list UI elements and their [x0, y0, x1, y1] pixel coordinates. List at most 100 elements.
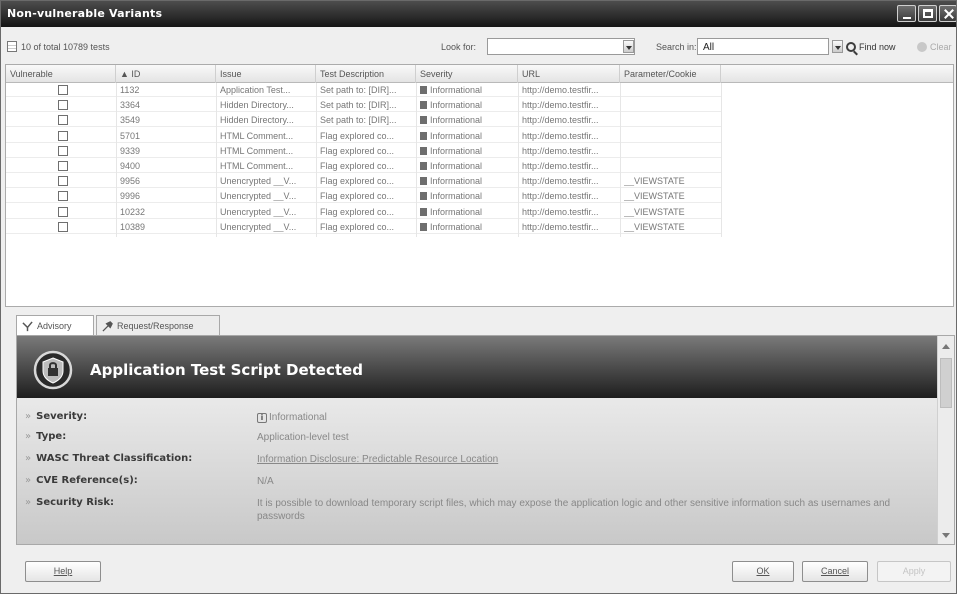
cell-severity: Informational: [420, 161, 514, 171]
window-title: Non-vulnerable Variants: [7, 7, 163, 20]
vulnerable-checkbox[interactable]: [58, 161, 68, 171]
clear-button[interactable]: Clear: [917, 39, 952, 55]
cell-issue: Unencrypted __V...: [220, 176, 297, 187]
cell-id: 9996: [120, 191, 141, 202]
close-button[interactable]: [939, 5, 956, 22]
shield-lock-icon: [33, 350, 73, 390]
maximize-button[interactable]: [918, 5, 937, 22]
severity-icon: [420, 222, 427, 231]
cell-id: 10389: [120, 221, 146, 232]
cancel-button[interactable]: Cancel: [802, 561, 868, 582]
vulnerable-checkbox[interactable]: [58, 221, 68, 232]
advisory-icon: [22, 320, 33, 331]
cell-issue: Hidden Directory...: [220, 115, 294, 126]
cell-issue: HTML Comment...: [220, 161, 294, 171]
cell-url: http://demo.testfir...: [522, 176, 599, 187]
cell-issue: Hidden Directory...: [220, 100, 294, 111]
vulnerable-checkbox[interactable]: [58, 130, 68, 141]
advisory-banner: Application Test Script Detected: [17, 336, 937, 398]
cell-severity: Informational: [420, 115, 514, 125]
list-icon: [7, 41, 17, 52]
vulnerable-checkbox[interactable]: [58, 191, 68, 202]
cell-url: http://demo.testfir...: [522, 115, 599, 126]
cell-severity: Informational: [420, 222, 514, 232]
detail-row-type: Type: Application-level test: [25, 431, 349, 447]
cell-severity: Informational: [420, 100, 514, 110]
column-header-issue[interactable]: Issue: [216, 65, 316, 83]
vulnerable-checkbox[interactable]: [58, 206, 68, 217]
severity-icon: [420, 101, 427, 110]
tab-request-response[interactable]: Request/Response: [96, 315, 220, 336]
minimize-button[interactable]: [897, 5, 916, 22]
table-row[interactable]: 9400 HTML Comment... Flag explored co... In…: [6, 159, 721, 173]
table-row[interactable]: 9956 Unencrypted __V... Flag explored co..…: [6, 174, 721, 189]
scroll-down-icon[interactable]: [942, 533, 950, 538]
column-header-vulnerable[interactable]: Vulnerable: [6, 65, 116, 83]
detail-value: Application-level test: [257, 432, 349, 443]
cell-desc: Flag explored co...: [320, 130, 395, 141]
column-header-severity[interactable]: Severity: [416, 65, 518, 83]
severity-icon: [420, 116, 427, 125]
vulnerable-checkbox[interactable]: [58, 115, 68, 126]
detail-row-wasc: WASC Threat Classification: Information …: [25, 453, 498, 469]
cell-desc: Set path to: [DIR]...: [320, 100, 397, 111]
info-icon: i: [257, 413, 267, 423]
vulnerable-checkbox[interactable]: [58, 100, 68, 111]
cell-desc: Flag explored co...: [320, 161, 395, 171]
cell-severity: Informational: [420, 176, 514, 186]
advisory-panel: Application Test Script Detected Severit…: [16, 335, 955, 545]
severity-icon: [420, 192, 427, 201]
cell-severity: Informational: [420, 191, 514, 201]
title-bar[interactable]: Non-vulnerable Variants: [1, 1, 956, 27]
cell-url: http://demo.testfir...: [522, 206, 599, 217]
cell-desc: Flag explored co...: [320, 191, 395, 202]
search-in-dropdown[interactable]: [832, 40, 843, 53]
column-header-id[interactable]: ▲ ID: [116, 65, 216, 83]
column-header-test-description[interactable]: Test Description: [316, 65, 416, 83]
cell-issue: Unencrypted __V...: [220, 206, 297, 217]
detail-label: CVE Reference(s):: [25, 475, 257, 491]
cell-desc: Flag explored co...: [320, 206, 395, 217]
advisory-scrollbar[interactable]: [937, 336, 954, 544]
non-vulnerable-variants-dialog: Non-vulnerable Variants 10 of total 1078…: [0, 0, 957, 594]
scroll-thumb[interactable]: [940, 358, 952, 408]
cell-url: http://demo.testfir...: [522, 145, 599, 156]
apply-button[interactable]: Apply: [877, 561, 951, 582]
wasc-classification-link[interactable]: Information Disclosure: Predictable Reso…: [257, 453, 498, 469]
look-for-dropdown[interactable]: [623, 40, 634, 53]
cell-url: http://demo.testfir...: [522, 161, 599, 171]
vulnerable-checkbox[interactable]: [58, 85, 68, 95]
table-row[interactable]: 3364 Hidden Directory... Set path to: [DIR…: [6, 98, 721, 113]
maximize-icon: [923, 9, 933, 18]
cell-url: http://demo.testfir...: [522, 85, 599, 95]
table-row[interactable]: 9996 Unencrypted __V... Flag explored co..…: [6, 189, 721, 204]
cell-severity: Informational: [420, 146, 514, 156]
search-in-select[interactable]: All: [697, 38, 829, 55]
find-now-button[interactable]: Find now: [846, 39, 896, 55]
detail-label: Severity:: [25, 411, 257, 427]
look-for-input[interactable]: [487, 38, 635, 55]
table-row[interactable]: 9339 HTML Comment... Flag explored co... In…: [6, 144, 721, 158]
scroll-up-icon[interactable]: [942, 344, 950, 349]
table-row[interactable]: 3549 Hidden Directory... Set path to: [DIR…: [6, 113, 721, 128]
search-in-value: All: [703, 42, 715, 53]
help-button[interactable]: Help: [25, 561, 101, 582]
table-row[interactable]: 1132 Application Test... Set path to: [DIR…: [6, 83, 721, 97]
cell-issue: Unencrypted __V...: [220, 191, 297, 202]
table-row[interactable]: 5701 HTML Comment... Flag explored co... In…: [6, 129, 721, 143]
column-header-parameter[interactable]: Parameter/Cookie: [620, 65, 721, 83]
clear-label: Clear: [930, 42, 952, 52]
column-header-url[interactable]: URL: [518, 65, 620, 83]
table-row[interactable]: 10232 Unencrypted __V... Flag explored co.…: [6, 205, 721, 219]
vulnerable-checkbox[interactable]: [58, 176, 68, 187]
tab-request-response-label: Request/Response: [117, 321, 194, 331]
vulnerable-checkbox[interactable]: [58, 145, 68, 156]
tab-advisory[interactable]: Advisory: [16, 315, 94, 336]
table-row[interactable]: 10389 Unencrypted __V... Flag explored co.…: [6, 220, 721, 234]
cell-param: __VIEWSTATE: [624, 206, 685, 217]
request-response-icon: [102, 320, 113, 332]
detail-label: Type:: [25, 431, 257, 447]
clear-icon: [917, 42, 927, 52]
cell-id: 9400: [120, 161, 141, 171]
ok-button[interactable]: OK: [732, 561, 794, 582]
